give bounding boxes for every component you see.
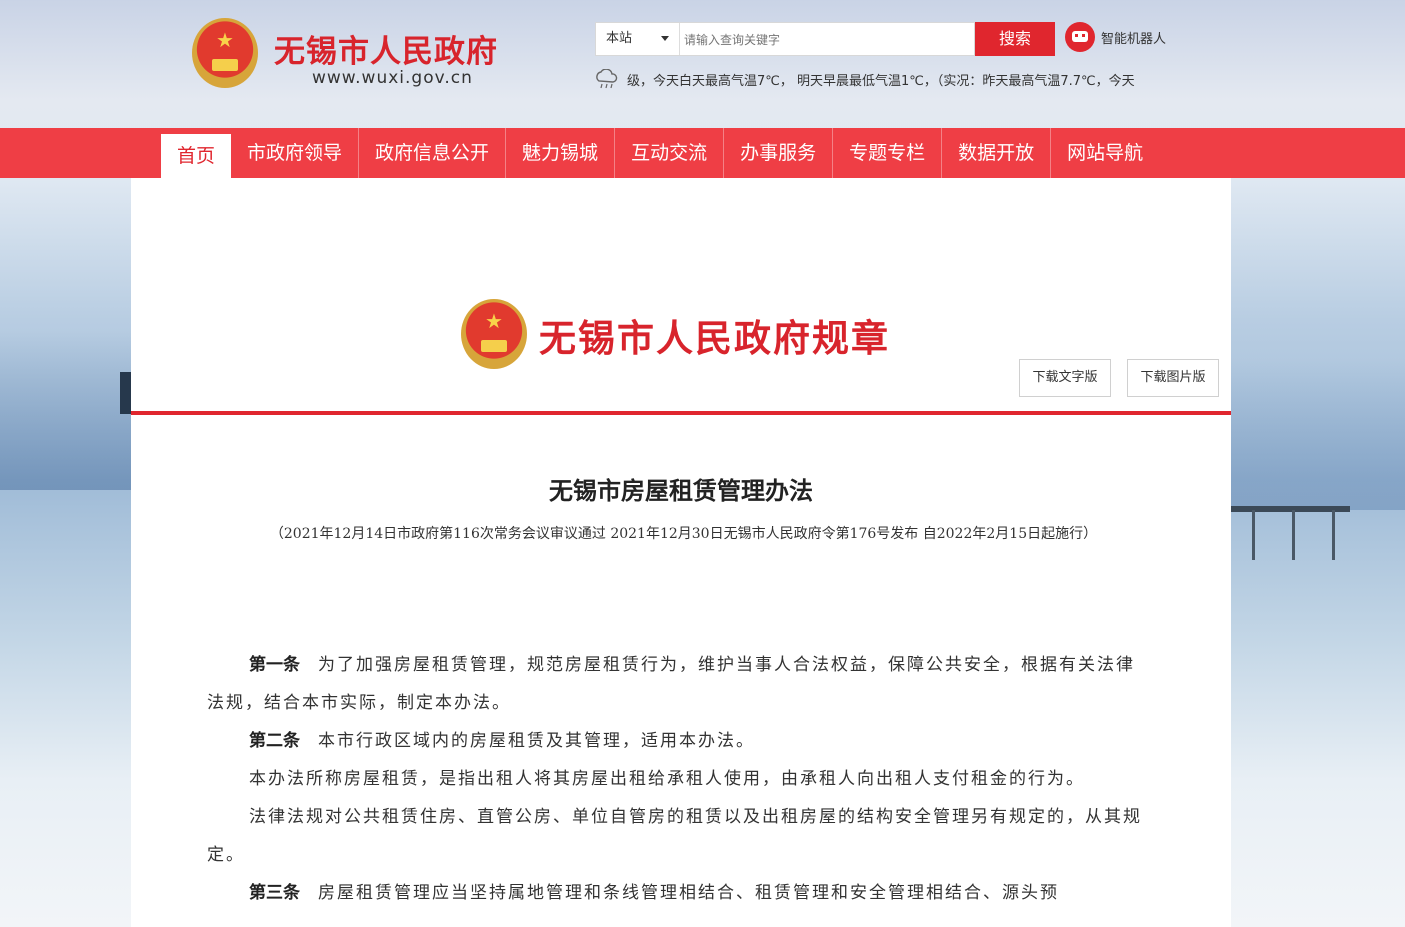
search-box: 本站 [595,22,976,57]
background-landscape-right [1230,360,1405,510]
nav-item-charm-city[interactable]: 魅力锡城 [506,128,616,178]
chevron-down-icon [661,36,669,41]
national-emblem-icon: ★ [192,18,258,88]
article-text: 房屋租赁管理应当坚持属地管理和条线管理相结合、租赁管理和安全管理相结合、源头预 [318,883,1059,903]
article-paragraph: 法律法规对公共租赁住房、直管公房、单位自管房的租赁以及出租房屋的结构安全管理另有… [207,798,1153,874]
nav-item-open-data[interactable]: 数据开放 [942,128,1052,178]
nav-item-info-disclosure[interactable]: 政府信息公开 [359,128,507,178]
background-pier-post [1252,510,1255,560]
nav-item-home[interactable]: 首页 [161,134,232,178]
document-title: 无锡市房屋租赁管理办法 [549,476,813,505]
main-nav: 首页 市政府领导 政府信息公开 魅力锡城 互动交流 办事服务 专题专栏 数据开放… [0,128,1405,178]
article-number: 第二条 [249,731,300,751]
regulations-banner-title: 无锡市人民政府规章 [539,316,890,360]
article-paragraph: 第二条 本市行政区域内的房屋租赁及其管理，适用本办法。 [207,722,1153,760]
background-landscape-left [0,330,135,490]
article-number: 第三条 [249,883,300,903]
background-pier-post [1332,510,1335,560]
article-paragraph: 第三条 房屋租赁管理应当坚持属地管理和条线管理相结合、租赁管理和安全管理相结合、源… [207,874,1153,912]
search-button[interactable]: 搜索 [975,22,1055,56]
national-emblem-icon: ★ [461,299,527,369]
background-pier-post [1292,510,1295,560]
article-text: 本市行政区域内的房屋租赁及其管理，适用本办法。 [318,731,755,751]
document-subtitle: （2021年12月14日市政府第116次常务会议审议通过 2021年12月30日… [269,526,1098,542]
article-number: 第一条 [249,655,300,675]
robot-icon[interactable] [1065,22,1095,52]
article-text: 为了加强房屋租赁管理，规范房屋租赁行为，维护当事人合法权益，保障公共安全，根据有… [207,655,1135,713]
divider [131,411,1231,415]
nav-item-leaders[interactable]: 市政府领导 [231,128,360,178]
search-scope-select[interactable]: 本站 [596,23,680,55]
site-header: ★ 无锡市人民政府 www.wuxi.gov.cn 本站 搜索 智能机器人 级，… [0,0,1405,128]
article-paragraph: 第一条 为了加强房屋租赁管理，规范房屋租赁行为，维护当事人合法权益，保障公共安全，… [207,646,1153,722]
document-body: 第一条 为了加强房屋租赁管理，规范房屋租赁行为，维护当事人合法权益，保障公共安全，… [207,646,1153,912]
weather-ticker: 级，今天白天最高气温7℃， 明天早晨最低气温1℃，（实况：昨天最高气温7.7℃，… [627,74,1135,89]
site-url: www.wuxi.gov.cn [312,68,473,88]
nav-item-services[interactable]: 办事服务 [724,128,834,178]
main-content: ★ 无锡市人民政府规章 下载文字版 下载图片版 无锡市房屋租赁管理办法 （202… [131,178,1231,927]
robot-link[interactable]: 智能机器人 [1101,28,1166,47]
nav-item-topics[interactable]: 专题专栏 [833,128,943,178]
download-image-button[interactable]: 下载图片版 [1127,359,1219,397]
article-text: 本办法所称房屋租赁，是指出租人将其房屋出租给承租人使用，由承租人向出租人支付租金… [249,769,1085,789]
site-title[interactable]: 无锡市人民政府 [274,26,498,71]
nav-item-site-map[interactable]: 网站导航 [1051,128,1159,178]
download-text-button[interactable]: 下载文字版 [1019,359,1111,397]
article-text: 法律法规对公共租赁住房、直管公房、单位自管房的租赁以及出租房屋的结构安全管理另有… [207,807,1142,865]
search-scope-value: 本站 [606,31,633,46]
cloud-rain-icon [596,69,618,89]
article-paragraph: 本办法所称房屋租赁，是指出租人将其房屋出租给承租人使用，由承租人向出租人支付租金… [207,760,1153,798]
search-input[interactable] [682,23,976,57]
nav-item-interaction[interactable]: 互动交流 [615,128,725,178]
